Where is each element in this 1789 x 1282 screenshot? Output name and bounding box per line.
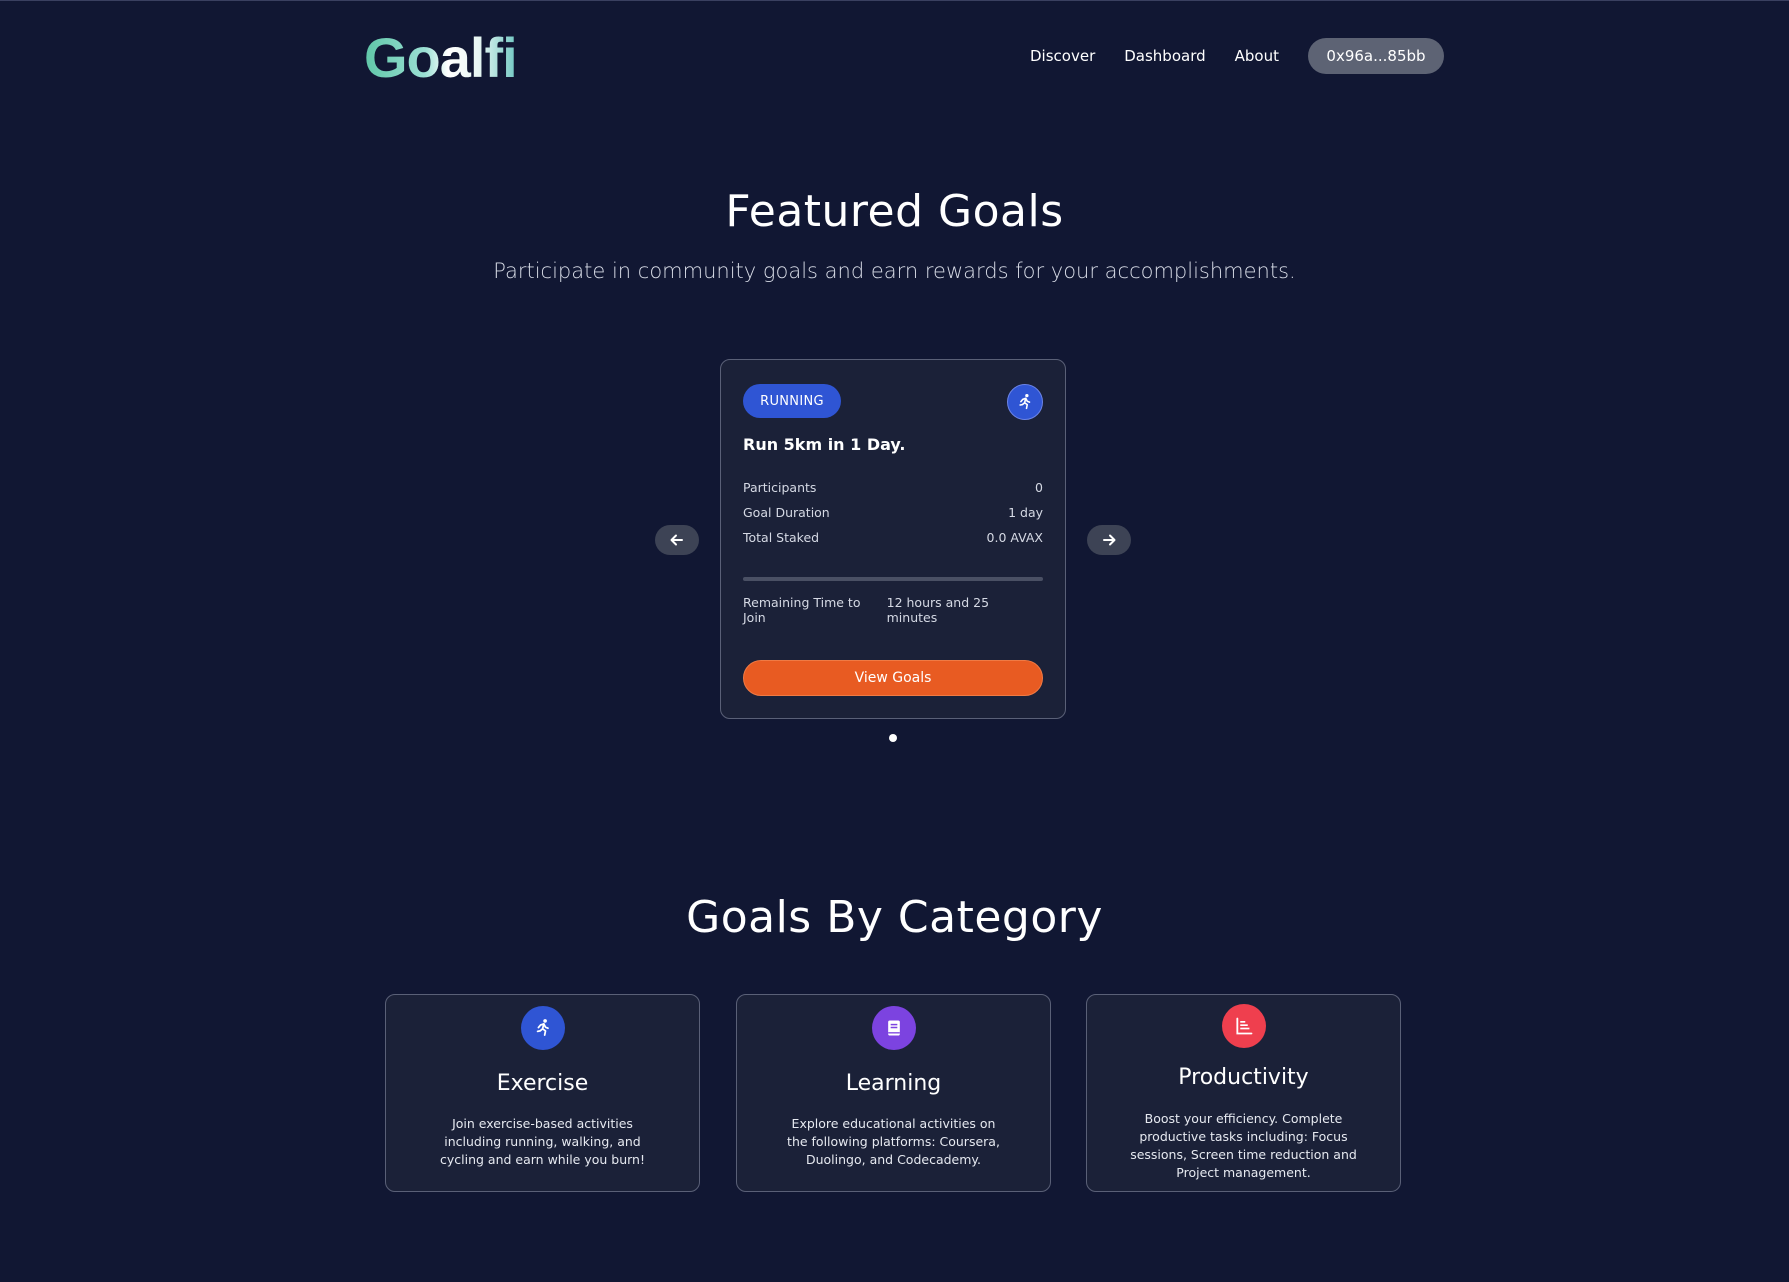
category-icon-circle [1222, 1004, 1266, 1048]
main-nav: Discover Dashboard About 0x96a...85bb [1030, 38, 1444, 74]
stat-row-remaining-time: Remaining Time to Join 12 hours and 25 m… [743, 595, 1043, 625]
category-card-productivity[interactable]: Productivity Boost your efficiency. Comp… [1086, 994, 1401, 1192]
nav-discover-link[interactable]: Discover [1030, 38, 1095, 74]
remaining-time-label: Remaining Time to Join [743, 595, 861, 625]
remaining-time-value: 12 hours and 25 minutes [886, 595, 990, 625]
category-description: Boost your efficiency. Complete producti… [1130, 1111, 1357, 1180]
category-name: Exercise [496, 1071, 589, 1096]
chart-icon [1236, 1017, 1253, 1035]
category-icon-circle [872, 1006, 916, 1050]
stat-row-duration: Goal Duration 1 day [743, 505, 1043, 520]
category-description: Explore educational activities on the fo… [787, 1116, 1000, 1167]
category-card-exercise[interactable]: Exercise Join exercise-based activities … [385, 994, 700, 1192]
featured-goal-card: RUNNING Run 5km in 1 Day. Participants 0… [720, 359, 1066, 719]
join-time-progress-bar [743, 577, 1043, 581]
goal-title: Run 5km in 1 Day. [743, 435, 906, 454]
category-description: Join exercise-based activities including… [440, 1116, 645, 1167]
nav-dashboard-link[interactable]: Dashboard [1124, 38, 1205, 74]
running-icon [536, 1019, 549, 1036]
category-name: Productivity [1178, 1065, 1309, 1090]
wallet-address-button[interactable]: 0x96a...85bb [1307, 38, 1444, 74]
goal-category-tag: RUNNING [743, 384, 841, 418]
stat-value: 1 day [1008, 505, 1043, 520]
book-icon [888, 1020, 900, 1036]
stat-value: 0 [1035, 480, 1043, 495]
stat-label: Goal Duration [743, 505, 830, 520]
category-card-learning[interactable]: Learning Explore educational activities … [736, 994, 1051, 1192]
view-goals-button[interactable]: View Goals [743, 660, 1043, 696]
stat-row-participants: Participants 0 [743, 480, 1043, 495]
stat-label: Participants [743, 480, 817, 495]
stat-row-staked: Total Staked 0.0 AVAX [743, 530, 1043, 545]
nav-about-link[interactable]: About [1235, 38, 1279, 74]
running-icon [1019, 393, 1031, 410]
category-name: Learning [845, 1071, 942, 1096]
stat-value: 0.0 AVAX [986, 530, 1043, 545]
stat-label: Total Staked [743, 530, 820, 545]
featured-goals-title: Featured Goals [725, 186, 1064, 237]
goalfi-logo[interactable]: Goalfi [364, 25, 518, 90]
arrow-right-icon [1103, 534, 1116, 546]
featured-goals-subtitle: Participate in community goals and earn … [493, 259, 1296, 283]
goals-by-category-title: Goals By Category [686, 892, 1103, 943]
goal-type-badge [1007, 384, 1043, 420]
carousel-indicator-dot[interactable] [889, 734, 897, 742]
carousel-next-button[interactable] [1087, 525, 1131, 555]
category-icon-circle [521, 1006, 565, 1050]
arrow-left-icon [670, 534, 683, 546]
carousel-prev-button[interactable] [655, 525, 699, 555]
